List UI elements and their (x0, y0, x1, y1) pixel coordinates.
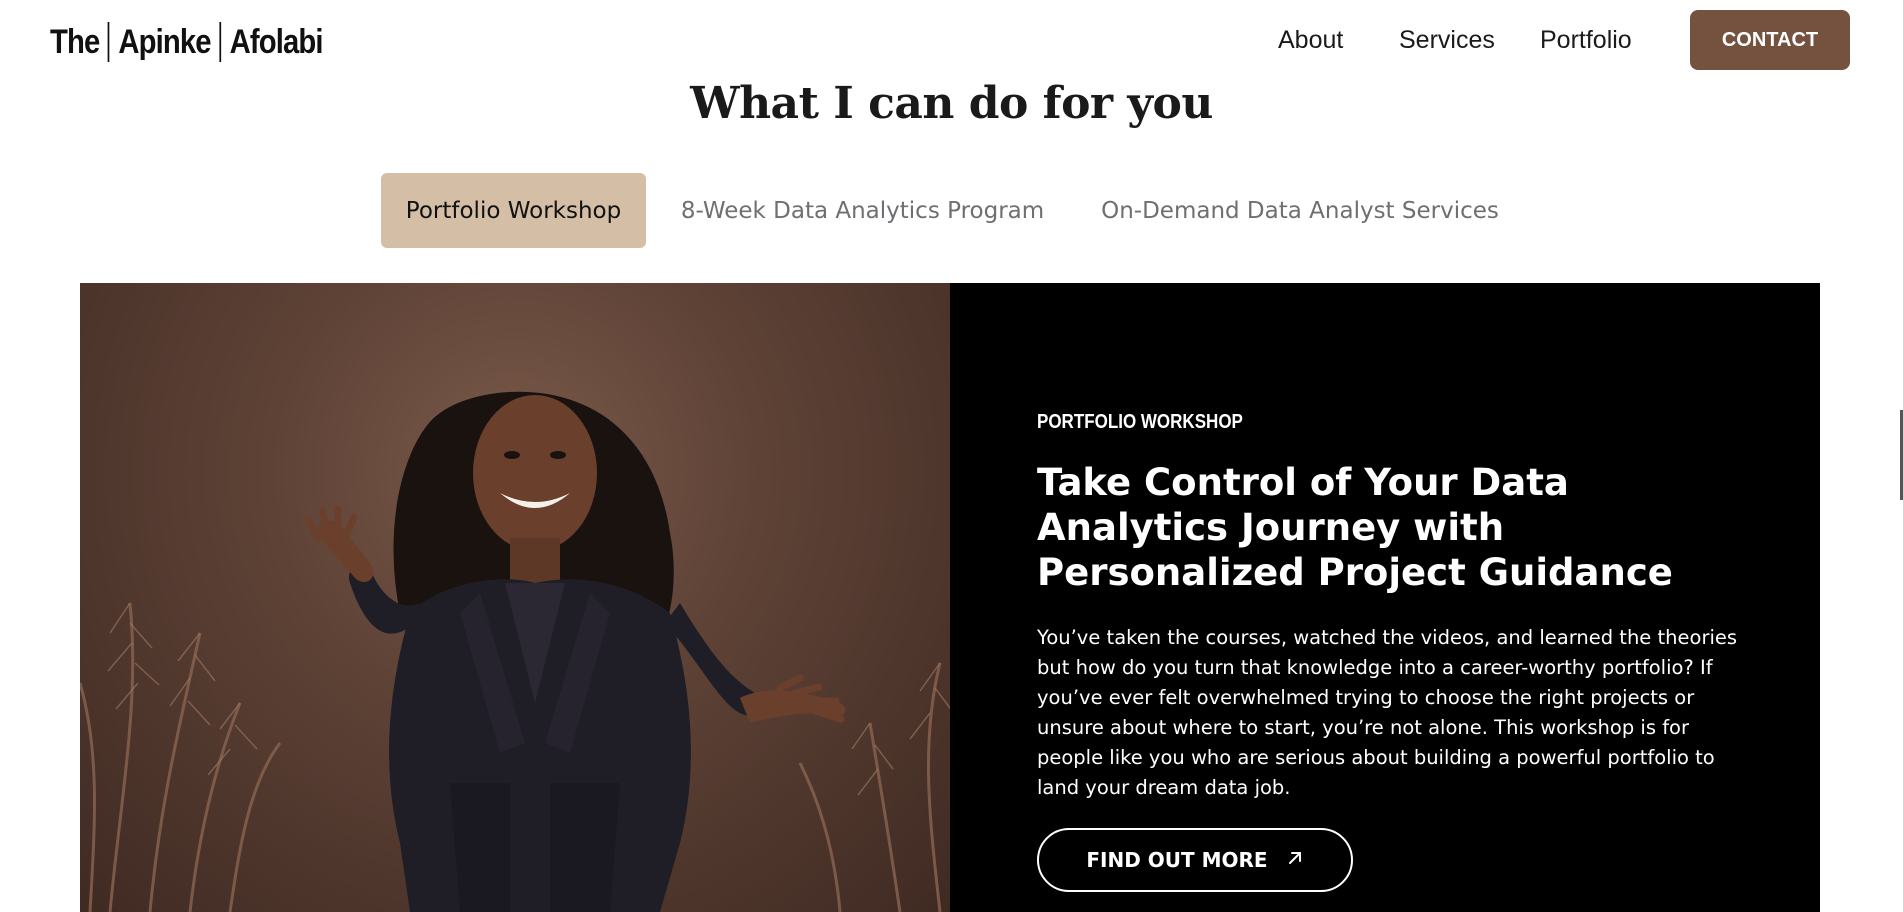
panel-body: You’ve taken the courses, watched the vi… (1037, 626, 1738, 799)
service-details: PORTFOLIO WORKSHOP Take Control of Your … (950, 283, 1820, 912)
portrait-illustration (80, 391, 950, 912)
find-out-more-button[interactable]: FIND OUT MORE (1037, 828, 1353, 892)
find-out-more-label: FIND OUT MORE (1086, 848, 1268, 872)
nav-link-portfolio[interactable]: Portfolio (1540, 26, 1632, 55)
tab-8-week-data-analytics-program[interactable]: 8-Week Data Analytics Program (665, 173, 1060, 248)
portrait-photo (80, 283, 950, 912)
tab-portfolio-workshop[interactable]: Portfolio Workshop (381, 173, 646, 248)
panel-headline: Take Control of Your Data Analytics Jour… (1037, 461, 1673, 594)
logo-divider (108, 22, 110, 62)
logo-word-afolabi: Afolabi (229, 22, 324, 61)
panel-eyebrow: PORTFOLIO WORKSHOP (1037, 411, 1243, 433)
logo-word-apinke: Apinke (118, 22, 211, 61)
section-title: What I can do for you (690, 78, 1213, 129)
site-logo[interactable]: The Apinke Afolabi (50, 20, 324, 64)
logo-word-the: The (50, 22, 100, 61)
logo-divider (219, 22, 221, 62)
contact-button[interactable]: CONTACT (1690, 10, 1850, 70)
nav-link-services[interactable]: Services (1399, 26, 1495, 55)
tab-on-demand-data-analyst-services[interactable]: On-Demand Data Analyst Services (1085, 173, 1515, 248)
arrow-up-right-icon (1286, 848, 1304, 872)
service-panel: PORTFOLIO WORKSHOP Take Control of Your … (80, 283, 1820, 912)
nav-link-about[interactable]: About (1278, 26, 1343, 55)
site-header: The Apinke Afolabi About Services Portfo… (0, 0, 1903, 84)
